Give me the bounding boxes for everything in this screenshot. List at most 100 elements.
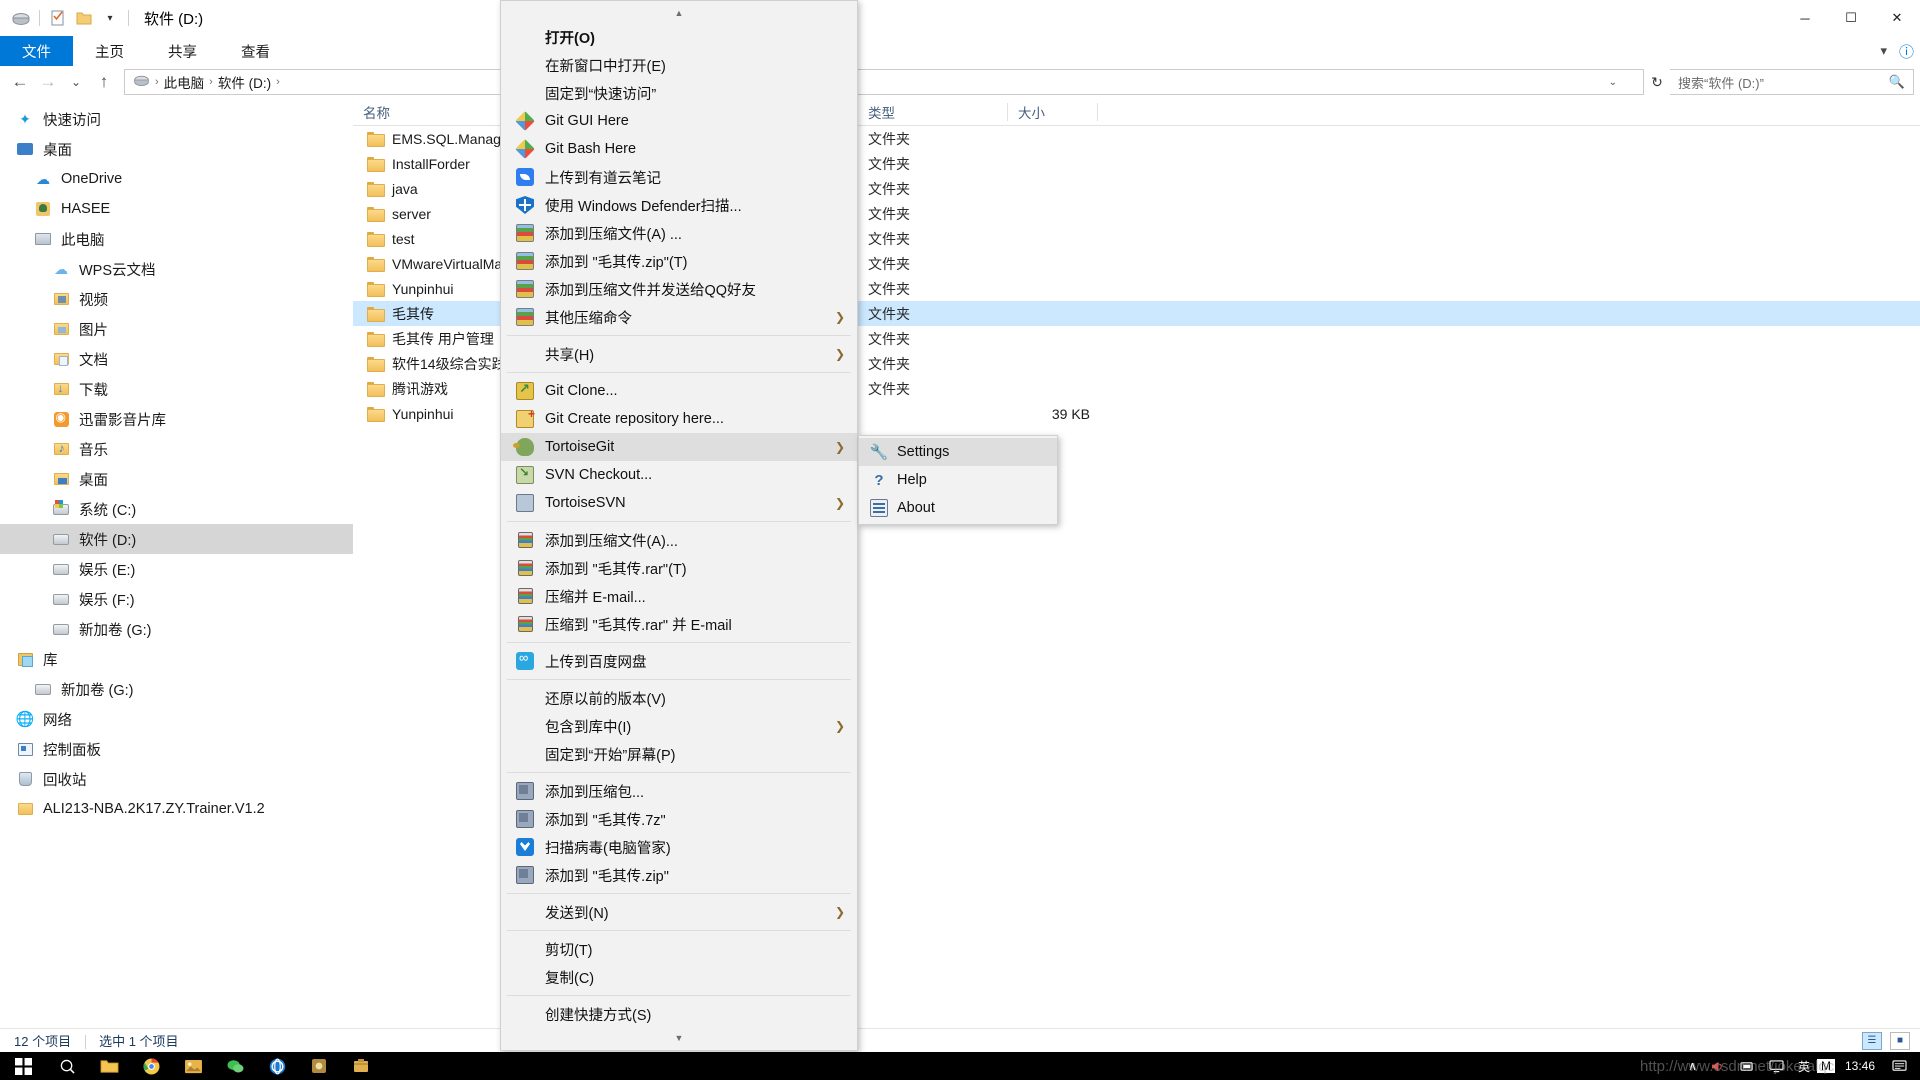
explorer-icon[interactable] [88, 1052, 130, 1080]
context-menu-item-19[interactable]: 压缩并 E-mail... [501, 582, 857, 610]
nav-item-4[interactable]: 此电脑 [0, 224, 353, 254]
context-menu-item-23[interactable]: 包含到库中(I) ❯ [501, 712, 857, 740]
context-menu-item-7[interactable]: 添加到压缩文件(A) ... [501, 219, 857, 247]
context-menu-item-9[interactable]: 添加到压缩文件并发送给QQ好友 [501, 275, 857, 303]
chevron-down-icon[interactable]: ▾ [1880, 43, 1887, 59]
nav-item-7[interactable]: 图片 [0, 314, 353, 344]
display-icon[interactable] [1762, 1059, 1791, 1073]
search-input[interactable]: 搜索“软件 (D:)” 🔍 [1670, 69, 1914, 95]
context-menu-item-11[interactable]: 共享(H) ❯ [501, 340, 857, 368]
speaker-icon[interactable] [1704, 1060, 1733, 1073]
search-circle-icon[interactable] [46, 1052, 88, 1080]
context-menu-item-28[interactable]: 添加到 "毛其传.zip" [501, 861, 857, 889]
customize-chevron-icon[interactable]: ▾ [97, 5, 123, 31]
context-menu-item-32[interactable]: 创建快捷方式(S) [501, 1000, 857, 1028]
submenu-item-0[interactable]: 🔧 Settings [859, 438, 1057, 466]
breadcrumb-separator-2[interactable]: › [275, 76, 281, 88]
chrome-icon[interactable] [130, 1052, 172, 1080]
nav-item-2[interactable]: ☁ OneDrive [0, 164, 353, 194]
nav-item-0[interactable]: ✦ 快速访问 [0, 104, 353, 134]
windows-start-icon[interactable] [0, 1052, 46, 1080]
nav-item-8[interactable]: 文档 [0, 344, 353, 374]
nav-item-12[interactable]: 桌面 [0, 464, 353, 494]
tab-file[interactable]: 文件 [0, 36, 73, 66]
ime-language-icon[interactable]: 英 [1791, 1058, 1817, 1075]
forward-button[interactable]: → [34, 68, 62, 96]
nav-item-14[interactable]: 软件 (D:) [0, 524, 353, 554]
nav-item-17[interactable]: 新加卷 (G:) [0, 614, 353, 644]
nav-item-11[interactable]: 音乐 [0, 434, 353, 464]
context-menu-item-29[interactable]: 发送到(N) ❯ [501, 898, 857, 926]
context-menu-item-15[interactable]: SVN Checkout... [501, 461, 857, 489]
ime-mode-icon[interactable]: M [1816, 1059, 1835, 1073]
submenu-item-2[interactable]: About [859, 494, 1057, 522]
context-menu-item-3[interactable]: Git GUI Here [501, 107, 857, 135]
taskbar[interactable]: ∧ 英 M 13:46 http://www.csdn.net/jokeralq… [0, 1052, 1920, 1080]
breadcrumb[interactable]: › 此电脑 › 软件 (D:) › ⌄ [124, 69, 1644, 95]
context-menu-item-21[interactable]: 上传到百度网盘 [501, 647, 857, 675]
context-menu-scroll-down[interactable]: ▼ [501, 1028, 857, 1048]
context-menu-item-31[interactable]: 复制(C) [501, 963, 857, 991]
context-menu-item-18[interactable]: 添加到 "毛其传.rar"(T) [501, 554, 857, 582]
context-menu-item-6[interactable]: 使用 Windows Defender扫描... [501, 191, 857, 219]
context-menu-item-1[interactable]: 在新窗口中打开(E) [501, 51, 857, 79]
view-buttons[interactable]: ☰ ■ [1862, 1031, 1910, 1050]
close-button[interactable]: ✕ [1874, 0, 1920, 36]
nav-item-9[interactable]: 下载 [0, 374, 353, 404]
properties-icon[interactable] [45, 5, 71, 31]
submenu-item-1[interactable]: ? Help [859, 466, 1057, 494]
nav-item-10[interactable]: 迅雷影音片库 [0, 404, 353, 434]
address-bar[interactable]: ← → ⌄ ↑ › 此电脑 › 软件 (D:) › ⌄ ↻ 搜索“软件 (D:)… [0, 66, 1920, 98]
breadcrumb-this-pc[interactable]: 此电脑 [160, 72, 209, 92]
context-menu[interactable]: ▲ 打开(O) 在新窗口中打开(E) 固定到“快速访问” Git GUI Here Gi… [500, 0, 858, 1051]
taskbar-clock[interactable]: 13:46 [1835, 1059, 1885, 1073]
context-menu-item-25[interactable]: 添加到压缩包... [501, 777, 857, 805]
context-menu-item-0[interactable]: 打开(O) [501, 23, 857, 51]
navigation-pane[interactable]: ✦ 快速访问桌面 ☁ OneDrive HASEE 此电脑 ☁ WPS云文档视频图片文档下载迅… [0, 98, 353, 1028]
new-folder-icon[interactable] [71, 5, 97, 31]
nav-item-21[interactable]: 控制面板 [0, 734, 353, 764]
breadcrumb-drive-d[interactable]: 软件 (D:) [214, 72, 275, 92]
browser-icon[interactable] [256, 1052, 298, 1080]
context-menu-item-26[interactable]: 添加到 "毛其传.7z" [501, 805, 857, 833]
network-tray-icon[interactable] [1733, 1060, 1762, 1072]
minimize-button[interactable]: ─ [1782, 0, 1828, 36]
context-menu-item-22[interactable]: 还原以前的版本(V) [501, 684, 857, 712]
nav-item-1[interactable]: 桌面 [0, 134, 353, 164]
nav-item-23[interactable]: ALI213-NBA.2K17.ZY.Trainer.V1.2 [0, 794, 353, 824]
quick-access-toolbar[interactable]: ▾ 软件 (D:) [0, 0, 203, 36]
context-menu-item-30[interactable]: 剪切(T) [501, 935, 857, 963]
details-view-icon[interactable]: ☰ [1862, 1031, 1882, 1050]
tab-home[interactable]: 主页 [73, 36, 146, 66]
back-button[interactable]: ← [6, 68, 34, 96]
context-menu-scroll-up[interactable]: ▲ [501, 3, 857, 23]
nav-item-20[interactable]: 🌐 网络 [0, 704, 353, 734]
tab-view[interactable]: 查看 [219, 36, 292, 66]
context-menu-item-12[interactable]: Git Clone... [501, 377, 857, 405]
caption-buttons[interactable]: ─ ☐ ✕ [1782, 0, 1920, 36]
help-icon[interactable]: ⓘ [1899, 41, 1914, 62]
context-menu-item-5[interactable]: 上传到有道云笔记 [501, 163, 857, 191]
app-icon[interactable] [298, 1052, 340, 1080]
nav-item-13[interactable]: 系统 (C:) [0, 494, 353, 524]
nav-item-6[interactable]: 视频 [0, 284, 353, 314]
store-icon[interactable] [340, 1052, 382, 1080]
nav-item-16[interactable]: 娱乐 (F:) [0, 584, 353, 614]
column-header-type[interactable]: 类型 [858, 98, 1008, 126]
system-tray[interactable]: ∧ 英 M 13:46 [1681, 1052, 1920, 1080]
context-menu-item-8[interactable]: 添加到 "毛其传.zip"(T) [501, 247, 857, 275]
tray-chevron-up-icon[interactable]: ∧ [1681, 1059, 1704, 1073]
search-icon[interactable]: 🔍 [1889, 74, 1905, 90]
context-menu-item-17[interactable]: 添加到压缩文件(A)... [501, 526, 857, 554]
photos-icon[interactable] [172, 1052, 214, 1080]
nav-item-3[interactable]: HASEE [0, 194, 353, 224]
context-menu-item-13[interactable]: Git Create repository here... [501, 405, 857, 433]
refresh-button[interactable]: ↻ [1644, 69, 1670, 95]
nav-item-5[interactable]: ☁ WPS云文档 [0, 254, 353, 284]
column-header-size[interactable]: 大小 [1008, 98, 1098, 126]
recent-locations-button[interactable]: ⌄ [62, 68, 90, 96]
nav-item-15[interactable]: 娱乐 (E:) [0, 554, 353, 584]
context-menu-item-16[interactable]: TortoiseSVN ❯ [501, 489, 857, 517]
context-menu-item-14[interactable]: TortoiseGit ❯ [501, 433, 857, 461]
up-button[interactable]: ↑ [90, 68, 118, 96]
